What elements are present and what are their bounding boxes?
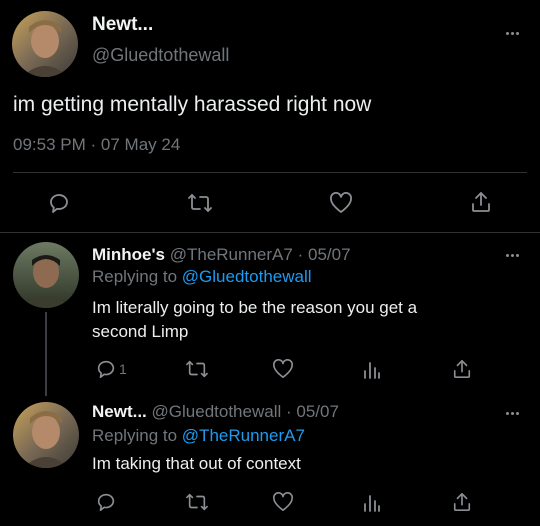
replying-label: Replying to [92, 426, 178, 445]
divider [13, 172, 527, 173]
reply-header: Newt... @Gluedtothewall · 05/07 [92, 402, 339, 422]
views-icon[interactable] [361, 357, 383, 381]
reply-date: 05/07 [307, 245, 351, 264]
reply-icon[interactable] [94, 357, 118, 381]
like-icon[interactable] [271, 490, 295, 514]
tweet-text: im getting mentally harassed right now [13, 93, 372, 116]
reply-header: Minhoe's @TheRunnerA7 · 05/07 [92, 245, 351, 265]
retweet-icon[interactable] [184, 490, 210, 514]
display-name[interactable]: Newt... [92, 14, 153, 36]
replying-to-link[interactable]: @TheRunnerA7 [182, 426, 305, 445]
share-icon[interactable] [450, 356, 474, 382]
reply-count: 1 [119, 361, 127, 377]
views-icon[interactable] [361, 490, 383, 514]
avatar[interactable] [13, 402, 79, 468]
like-icon[interactable] [328, 190, 354, 216]
avatar[interactable] [12, 11, 78, 77]
tweet-timestamp: 09:53 PM · 07 May 24 [13, 135, 180, 155]
retweet-icon[interactable] [186, 190, 214, 216]
handle[interactable]: @Gluedtothewall [92, 45, 229, 66]
reply-text: Im literally going to be the reason you … [92, 296, 417, 344]
reply-text-line: Im literally going to be the reason you … [92, 298, 418, 317]
separator-dot: · [285, 402, 292, 421]
replying-to-link[interactable]: @Gluedtothewall [182, 267, 312, 286]
reply-icon[interactable] [94, 490, 118, 514]
like-icon[interactable] [271, 357, 295, 381]
retweet-icon[interactable] [184, 357, 210, 381]
separator-dot: · [297, 245, 304, 264]
reply-text: Im taking that out of context [92, 454, 301, 473]
reply-date: 05/07 [296, 402, 339, 421]
share-icon[interactable] [468, 188, 494, 216]
more-icon[interactable] [502, 28, 522, 38]
display-name[interactable]: Newt... [92, 402, 147, 421]
reply-icon[interactable] [46, 190, 72, 216]
replying-label: Replying to [92, 267, 178, 286]
tweet-date: 07 May 24 [100, 135, 181, 154]
reply-text-line: second Limp [92, 322, 189, 341]
separator-dot: · [90, 135, 97, 154]
replying-to: Replying to @Gluedtothewall [92, 267, 312, 287]
avatar[interactable] [13, 242, 79, 308]
tweet-time: 09:53 PM [13, 135, 86, 154]
replying-to: Replying to @TheRunnerA7 [92, 426, 305, 446]
handle[interactable]: @TheRunnerA7 [170, 245, 293, 264]
thread-line [45, 312, 47, 396]
share-icon[interactable] [450, 489, 474, 515]
handle[interactable]: @Gluedtothewall [152, 402, 282, 421]
more-icon[interactable] [502, 408, 522, 418]
divider [0, 232, 540, 233]
more-icon[interactable] [502, 250, 522, 260]
display-name[interactable]: Minhoe's [92, 245, 165, 264]
